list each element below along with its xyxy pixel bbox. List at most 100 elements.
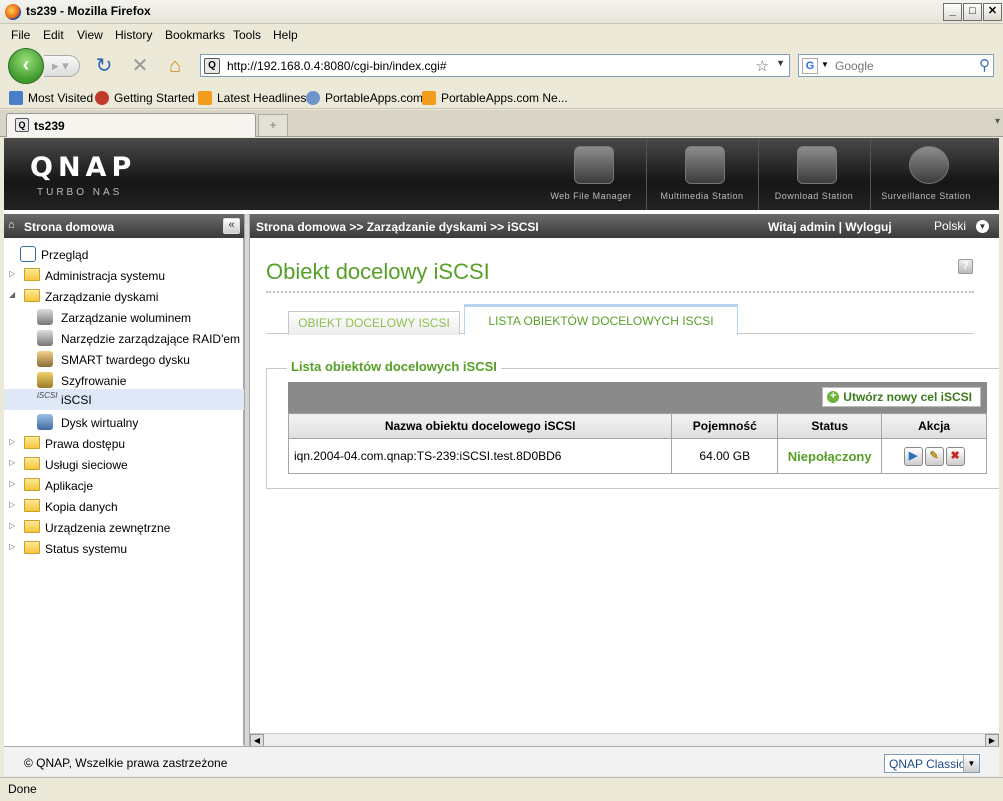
- sidebar-item-kopia-danych[interactable]: ▷ Kopia danych: [4, 496, 244, 517]
- firefox-icon: [5, 4, 21, 20]
- google-engine-icon[interactable]: G: [802, 58, 818, 74]
- sidebar-item-zarzadzanie-woluminem[interactable]: Zarządzanie woluminem: [4, 307, 244, 328]
- surveillance-station-label: Surveillance Station: [881, 191, 971, 201]
- menu-help[interactable]: Help: [273, 28, 298, 42]
- collapse-arrow-icon[interactable]: ◢: [9, 290, 15, 299]
- language-dropdown-icon[interactable]: ▼: [976, 220, 989, 233]
- stop-icon[interactable]: ✕: [128, 54, 152, 78]
- sidebar-item-label: Zarządzanie dyskami: [45, 290, 159, 304]
- surveillance-camera-icon: [909, 146, 949, 184]
- collapse-sidebar-button[interactable]: «: [223, 218, 240, 234]
- sidebar-item-administracja[interactable]: ▷ Administracja systemu: [4, 265, 244, 286]
- url-text[interactable]: http://192.168.0.4:8080/cgi-bin/index.cg…: [227, 59, 447, 73]
- folder-icon: [24, 541, 40, 554]
- sidebar-item-label: Urządzenia zewnętrzne: [45, 521, 171, 535]
- expand-arrow-icon[interactable]: ▷: [9, 521, 15, 530]
- reload-icon[interactable]: ↻: [92, 54, 116, 78]
- close-window-button[interactable]: ✕: [983, 3, 1002, 21]
- expand-arrow-icon[interactable]: ▷: [9, 542, 15, 551]
- delete-icon[interactable]: ✖: [945, 446, 965, 466]
- expand-arrow-icon[interactable]: ▷: [9, 437, 15, 446]
- edit-icon[interactable]: ✎: [924, 446, 944, 466]
- menu-bookmarks[interactable]: Bookmarks: [165, 28, 225, 42]
- multimedia-station-icon: [685, 146, 725, 184]
- sidebar-item-iscsi[interactable]: iSCSI iSCSI: [4, 389, 244, 410]
- page-viewport: QNAP TURBO NAS Web File Manager Multimed…: [4, 138, 999, 776]
- tab-label: ts239: [34, 119, 65, 133]
- sidebar-item-label: Usługi sieciowe: [45, 458, 128, 472]
- welcome-logout-link[interactable]: Witaj admin | Wyloguj: [768, 220, 892, 234]
- table-row: iqn.2004-04.com.qnap:TS-239:iSCSI.test.8…: [287, 438, 987, 474]
- search-input[interactable]: Google: [835, 59, 874, 73]
- engine-dropdown-icon[interactable]: ▼: [821, 60, 829, 69]
- bookmark-most-visited[interactable]: Most Visited: [28, 91, 93, 105]
- minimize-button[interactable]: _: [943, 3, 962, 21]
- navigation-toolbar: ▸ ▾ ‹ ↻ ✕ ⌂ Q http://192.168.0.4:8080/cg…: [0, 46, 1003, 86]
- sidebar-item-uslugi-sieciowe[interactable]: ▷ Usługi sieciowe: [4, 454, 244, 475]
- chevron-down-icon[interactable]: ▼: [963, 755, 979, 772]
- surveillance-station-app[interactable]: Surveillance Station: [870, 138, 980, 210]
- tab-obiekt-docelowy[interactable]: OBIEKT DOCELOWY ISCSI: [288, 311, 460, 335]
- search-icon[interactable]: ⚲: [979, 56, 990, 74]
- bookmark-star-icon[interactable]: ☆: [756, 57, 769, 75]
- menu-tools[interactable]: Tools: [233, 28, 261, 42]
- play-icon[interactable]: ▶: [903, 446, 923, 466]
- menu-file[interactable]: File: [11, 28, 30, 42]
- bookmark-latest-headlines[interactable]: Latest Headlines: [217, 91, 306, 105]
- menu-history[interactable]: History: [115, 28, 152, 42]
- target-status: Niepołączony: [777, 438, 883, 474]
- sidebar-item-raid[interactable]: Narzędzie zarządzające RAID'em: [4, 328, 244, 349]
- sidebar-item-prawa-dostepu[interactable]: ▷ Prawa dostępu: [4, 433, 244, 454]
- sidebar-item-label: Zarządzanie woluminem: [61, 311, 192, 325]
- folder-icon: [24, 520, 40, 533]
- download-station-app[interactable]: Download Station: [758, 138, 868, 210]
- qnap-header: QNAP TURBO NAS Web File Manager Multimed…: [4, 138, 999, 210]
- theme-select[interactable]: QNAP Classic ▼: [884, 754, 980, 773]
- web-file-manager-app[interactable]: Web File Manager: [536, 138, 646, 210]
- url-dropdown-icon[interactable]: ▼: [776, 58, 785, 68]
- sidebar-item-przeglad[interactable]: Przegląd: [4, 244, 244, 265]
- back-button[interactable]: ‹: [8, 48, 44, 84]
- bookmark-portableapps-news[interactable]: PortableApps.com Ne...: [441, 91, 568, 105]
- iscsi-icon: iSCSI: [37, 391, 58, 400]
- language-selector[interactable]: Polski: [934, 219, 966, 233]
- new-tab-button[interactable]: +: [258, 114, 288, 136]
- search-bar[interactable]: G ▼ Google ⚲: [798, 54, 994, 77]
- menu-view[interactable]: View: [77, 28, 103, 42]
- getting-started-icon: [95, 91, 109, 105]
- multimedia-station-app[interactable]: Multimedia Station: [646, 138, 756, 210]
- sidebar-item-smart[interactable]: SMART twardego dysku: [4, 349, 244, 370]
- menu-edit[interactable]: Edit: [43, 28, 64, 42]
- bookmark-getting-started[interactable]: Getting Started: [114, 91, 195, 105]
- home-icon[interactable]: ⌂: [163, 54, 187, 78]
- sidebar-item-zarzadzanie-dyskami[interactable]: ◢ Zarządzanie dyskami: [4, 286, 244, 307]
- create-target-button[interactable]: + Utwórz nowy cel iSCSI: [822, 387, 981, 407]
- sidebar-item-label: Przegląd: [41, 248, 89, 262]
- help-icon[interactable]: ?: [958, 259, 973, 274]
- sidebar-item-szyfrowanie[interactable]: Szyfrowanie: [4, 370, 244, 391]
- expand-arrow-icon[interactable]: ▷: [9, 458, 15, 467]
- rss-feed-icon: [198, 91, 212, 105]
- window-titlebar: ts239 - Mozilla Firefox _ □ ✕: [0, 0, 1003, 24]
- sidebar-item-dysk-wirtualny[interactable]: Dysk wirtualny: [4, 412, 244, 433]
- expand-arrow-icon[interactable]: ▷: [9, 479, 15, 488]
- tab-lista-obiektow[interactable]: LISTA OBIEKTÓW DOCELOWYCH ISCSI: [464, 304, 738, 335]
- sidebar-item-urzadzenia-zewnetrzne[interactable]: ▷ Urządzenia zewnętrzne: [4, 517, 244, 538]
- target-actions: ▶ ✎ ✖: [881, 438, 987, 474]
- tab-ts239[interactable]: Q ts239: [6, 113, 256, 137]
- url-bar[interactable]: Q http://192.168.0.4:8080/cgi-bin/index.…: [200, 54, 790, 77]
- tab-list-dropdown-icon[interactable]: ▾: [995, 116, 1000, 127]
- maximize-button[interactable]: □: [963, 3, 982, 21]
- multimedia-station-label: Multimedia Station: [660, 191, 744, 201]
- sidebar-item-label: Aplikacje: [45, 479, 94, 493]
- horizontal-scrollbar[interactable]: ◀ ▶: [250, 733, 999, 748]
- sidebar-item-status-systemu[interactable]: ▷ Status systemu: [4, 538, 244, 559]
- sidebar-item-aplikacje[interactable]: ▷ Aplikacje: [4, 475, 244, 496]
- expand-arrow-icon[interactable]: ▷: [9, 269, 15, 278]
- sidebar-item-label: Szyfrowanie: [61, 374, 127, 388]
- bookmark-portableapps[interactable]: PortableApps.com: [325, 91, 423, 105]
- expand-arrow-icon[interactable]: ▷: [9, 500, 15, 509]
- lock-icon: [37, 372, 53, 388]
- forward-button[interactable]: ▸ ▾: [44, 55, 80, 77]
- sidebar-item-label: Kopia danych: [45, 500, 118, 514]
